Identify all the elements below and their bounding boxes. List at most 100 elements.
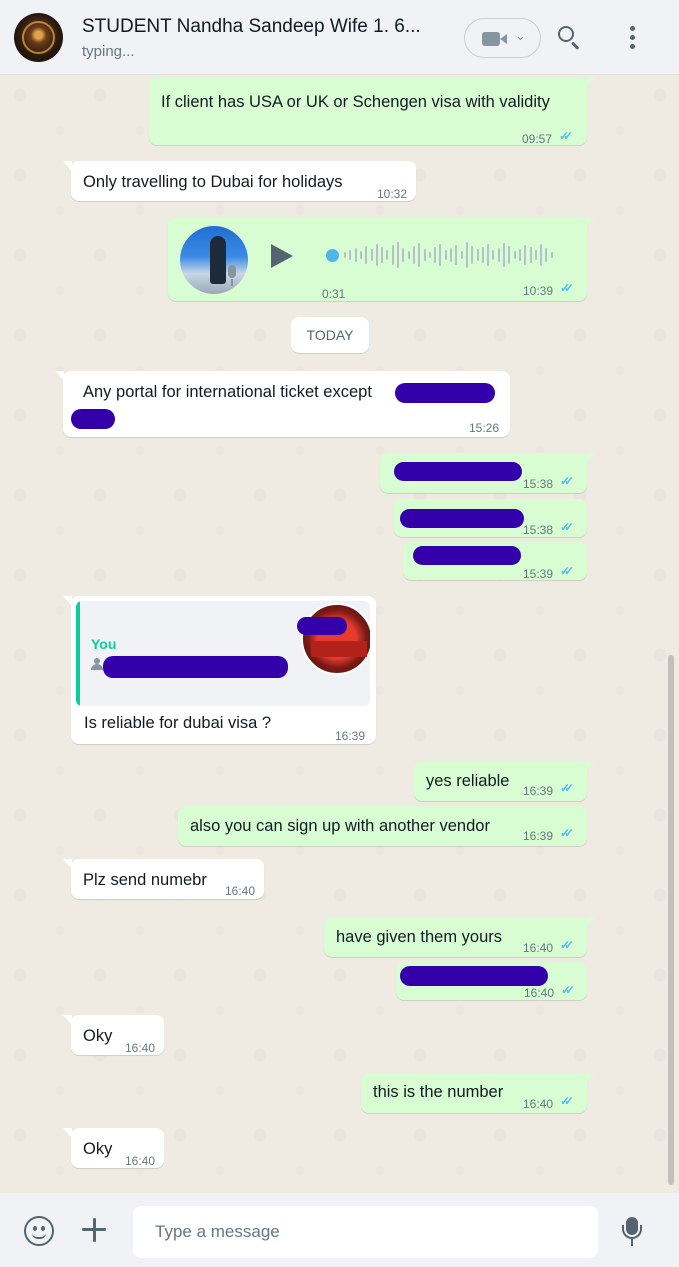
message-time: 16:40 xyxy=(125,1041,156,1055)
video-call-icon xyxy=(482,32,507,46)
read-receipt-icon: ✓✓ xyxy=(561,983,575,997)
voice-duration: 0:31 xyxy=(322,287,346,301)
waveform-bar xyxy=(497,248,500,262)
waveform-bar xyxy=(381,247,384,263)
redaction-mark xyxy=(413,546,521,565)
waveform-bar xyxy=(465,242,468,268)
play-icon[interactable] xyxy=(271,244,293,268)
message-time: 15:26 xyxy=(469,421,500,435)
message-time: 16:40 xyxy=(125,1154,156,1168)
message-time: 16:39 xyxy=(335,729,366,743)
waveform-bar xyxy=(397,242,399,268)
message-time: 10:32 xyxy=(377,187,408,201)
video-call-button[interactable]: ⌄ xyxy=(464,18,541,58)
read-receipt-icon: ✓✓ xyxy=(560,474,574,488)
redaction-mark xyxy=(71,409,115,429)
waveform-bar xyxy=(402,248,405,262)
message-time: 15:39 xyxy=(523,567,554,581)
playback-position[interactable] xyxy=(326,249,339,262)
contact-name[interactable]: STUDENT Nandha Sandeep Wife 1. 6... xyxy=(82,16,421,38)
waveform-bar xyxy=(550,252,553,258)
date-separator: TODAY xyxy=(291,317,369,353)
mic-icon[interactable] xyxy=(620,1215,644,1249)
message-text: Is reliable for dubai visa ? xyxy=(84,714,272,732)
message-text: If client has USA or UK or Schengen visa… xyxy=(161,93,550,111)
mic-icon xyxy=(225,265,239,287)
plus-icon[interactable] xyxy=(80,1216,108,1244)
message-bubble[interactable]: this is the number 16:40 ✓✓ xyxy=(361,1073,595,1113)
message-text: Oky xyxy=(83,1140,113,1158)
waveform-bar xyxy=(481,247,484,263)
message-bubble[interactable]: also you can sign up with another vendor… xyxy=(178,806,587,846)
read-receipt-icon: ✓✓ xyxy=(560,564,574,578)
waveform-bar xyxy=(534,250,537,260)
waveform-bar xyxy=(407,251,410,259)
message-list[interactable]: If client has USA or UK or Schengen visa… xyxy=(0,75,679,1193)
message-bubble[interactable]: Only travelling to Dubai for holidays 10… xyxy=(63,161,416,201)
waveform-bar xyxy=(370,249,373,261)
quoted-message[interactable]: You xyxy=(76,601,370,706)
contact-avatar[interactable] xyxy=(14,13,63,62)
read-receipt-icon: ✓✓ xyxy=(560,826,574,840)
message-bubble[interactable]: Plz send numebr 16:40 xyxy=(63,859,264,899)
waveform-bar xyxy=(508,246,511,264)
quote-thumbnail xyxy=(301,603,370,675)
waveform-bar xyxy=(487,244,490,266)
redaction-mark xyxy=(297,617,347,635)
read-receipt-icon: ✓✓ xyxy=(559,129,573,143)
message-text: Only travelling to Dubai for holidays xyxy=(83,173,343,191)
message-bubble[interactable]: 15:39 ✓✓ xyxy=(403,542,587,581)
waveform-bar xyxy=(359,251,362,259)
message-text: Plz send numebr xyxy=(83,871,207,889)
message-time: 15:38 xyxy=(523,477,554,491)
contact-icon xyxy=(91,658,103,670)
waveform-bar xyxy=(444,250,447,260)
voice-message[interactable]: 0:31 10:39 ✓✓ xyxy=(168,217,595,301)
chat-header: STUDENT Nandha Sandeep Wife 1. 6... typi… xyxy=(0,0,679,75)
message-bubble[interactable]: Any portal for international ticket exce… xyxy=(55,371,510,437)
read-receipt-icon: ✓✓ xyxy=(560,938,574,952)
contact-status: typing... xyxy=(82,43,135,60)
message-bubble[interactable]: If client has USA or UK or Schengen visa… xyxy=(149,77,595,146)
message-input[interactable] xyxy=(133,1206,598,1258)
menu-button[interactable] xyxy=(622,26,642,50)
audio-waveform[interactable] xyxy=(326,239,562,271)
message-bubble[interactable]: 15:38 ✓✓ xyxy=(394,499,587,537)
read-receipt-icon: ✓✓ xyxy=(560,1094,574,1108)
waveform-bar xyxy=(391,245,394,265)
search-button[interactable] xyxy=(556,24,584,52)
message-text: yes reliable xyxy=(426,772,510,790)
message-bubble[interactable]: Oky 16:40 xyxy=(63,1128,164,1168)
waveform-bar xyxy=(365,246,368,264)
message-bubble[interactable]: 15:38 ✓✓ xyxy=(380,453,595,493)
message-text: Oky xyxy=(83,1027,113,1045)
message-time: 09:57 xyxy=(522,132,553,146)
message-bubble[interactable]: yes reliable 16:39 ✓✓ xyxy=(414,761,595,801)
message-time: 16:40 xyxy=(225,884,256,898)
read-receipt-icon: ✓✓ xyxy=(560,281,574,295)
waveform-bar xyxy=(460,251,463,259)
redaction-mark xyxy=(400,509,524,528)
read-receipt-icon: ✓✓ xyxy=(560,781,574,795)
message-text: Any portal for international ticket exce… xyxy=(83,383,372,401)
waveform-bar xyxy=(545,248,548,262)
waveform-bar xyxy=(349,250,352,260)
waveform-bar xyxy=(524,245,527,265)
chevron-down-icon: ⌄ xyxy=(515,28,526,43)
waveform-bar xyxy=(450,248,452,262)
message-time: 16:40 xyxy=(523,1097,554,1111)
waveform-bar xyxy=(518,249,521,261)
message-bubble[interactable]: have given them yours 16:40 ✓✓ xyxy=(324,917,595,957)
waveform-bar xyxy=(423,249,426,261)
message-bubble[interactable]: Oky 16:40 xyxy=(63,1015,164,1055)
waveform-bar xyxy=(412,246,415,264)
scrollbar[interactable] xyxy=(668,655,674,1185)
message-text: have given them yours xyxy=(336,928,503,946)
reply-message[interactable]: You Is reliable for dubai visa ? 16:39 xyxy=(63,596,376,744)
quote-author: You xyxy=(91,636,117,652)
message-time: 16:40 xyxy=(523,941,554,955)
emoji-icon[interactable] xyxy=(24,1216,54,1246)
message-bubble[interactable]: 16:40 ✓✓ xyxy=(396,962,587,1000)
waveform-bar xyxy=(434,247,437,263)
waveform-bar xyxy=(354,248,357,262)
